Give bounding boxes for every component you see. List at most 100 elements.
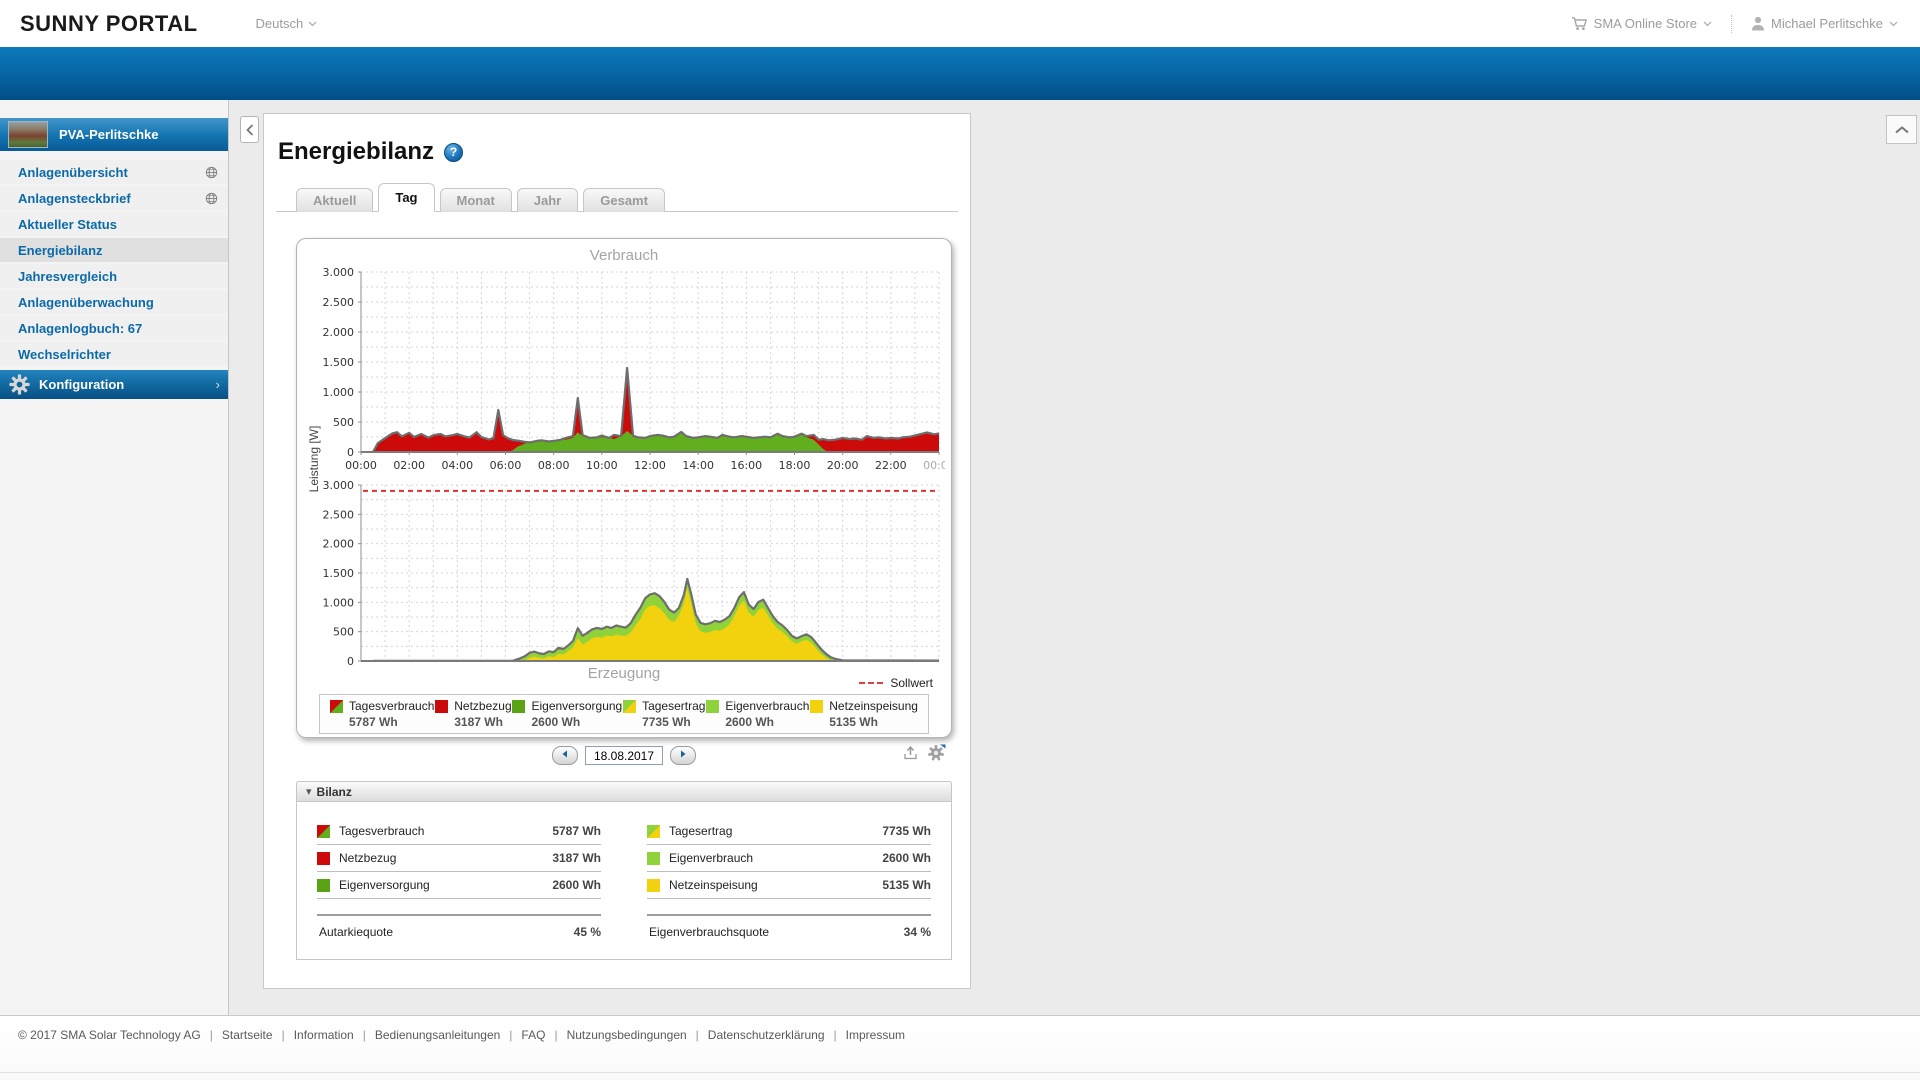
svg-text:22:00: 22:00 <box>875 459 907 472</box>
svg-text:20:00: 20:00 <box>827 459 859 472</box>
legend-value: 3187 Wh <box>454 715 503 729</box>
plant-header[interactable]: PVA-Perlitschke <box>0 118 228 151</box>
legend-label: Eigenversorgung <box>531 699 623 713</box>
sidebar-item[interactable]: Anlagensteckbrief <box>0 186 228 210</box>
sidebar-item[interactable]: Anlagenübersicht <box>0 160 228 184</box>
top-right-menu: SMA Online Store Michael Perlitschke <box>1571 14 1898 33</box>
svg-text:02:00: 02:00 <box>393 459 425 472</box>
svg-text:1.000: 1.000 <box>323 596 355 609</box>
legend-color-icon <box>706 700 720 713</box>
publish-page-icon[interactable] <box>902 744 919 766</box>
date-input[interactable] <box>585 746 663 765</box>
svg-text:3.000: 3.000 <box>323 267 355 279</box>
sidebar: PVA-Perlitschke Anlagenübersicht Anlagens… <box>0 100 229 1015</box>
sidebar-item-label: Anlagenüberwachung <box>18 294 154 310</box>
bilanz-row: Tagesertrag 7735 Wh <box>647 818 931 845</box>
chart-legend: Tagesverbrauch 5787 Wh Netzbezug 3187 Wh Eig… <box>319 694 929 734</box>
content-area: Energiebilanz ? Aktuell Tag Monat Jahr Gesam… <box>230 100 1920 1015</box>
sidebar-item[interactable]: Jahresvergleich <box>0 264 228 288</box>
next-day-button[interactable] <box>670 746 696 765</box>
legend-label: Eigenverbrauch <box>725 699 810 713</box>
tab-aktuell[interactable]: Aktuell <box>296 188 374 212</box>
sunny-portal-logo: SUNNY PORTAL <box>20 10 198 36</box>
store-menu[interactable]: SMA Online Store <box>1571 16 1712 31</box>
legend-color-icon <box>512 700 526 713</box>
bilanz-row: Eigenverbrauch 2600 Wh <box>647 845 931 872</box>
legend-item: Netzeinspeisung 5135 Wh <box>810 699 918 729</box>
sidebar-item-konfiguration[interactable]: Konfiguration › <box>0 370 228 399</box>
footer-link[interactable]: FAQ <box>521 1028 545 1042</box>
bilanz-left-column: Tagesverbrauch 5787 Wh Netzbezug 3187 Wh Eig… <box>317 818 601 947</box>
bilanz-row: Netzbezug 3187 Wh <box>317 845 601 872</box>
legend-item: Tagesverbrauch 5787 Wh <box>330 699 434 729</box>
footer-link[interactable]: Nutzungsbedingungen <box>567 1028 687 1042</box>
tab-monat[interactable]: Monat <box>439 188 512 212</box>
user-icon <box>1752 16 1764 31</box>
footer-link[interactable]: Impressum <box>846 1028 905 1042</box>
svg-text:1.500: 1.500 <box>323 567 355 580</box>
sidebar-item[interactable]: Anlagenlogbuch: 67 <box>0 316 228 340</box>
page-settings-icon[interactable] <box>927 744 946 766</box>
legend-color-icon <box>810 700 824 713</box>
language-label: Deutsch <box>255 16 304 31</box>
bilanz-color-icon <box>647 851 660 865</box>
tab-gesamt[interactable]: Gesamt <box>583 188 665 212</box>
eigenverbrauchsquote-label: Eigenverbrauchsquote <box>649 924 770 939</box>
globe-icon <box>205 166 218 178</box>
svg-text:00:00: 00:00 <box>345 459 377 472</box>
footer-link[interactable]: Information <box>294 1028 354 1042</box>
chevron-down-icon <box>1703 21 1712 26</box>
sidebar-item[interactable]: Anlagenüberwachung <box>0 290 228 314</box>
autarkiequote-value: 45 % <box>573 924 601 939</box>
bilanz-row-label: Eigenverbrauch <box>669 851 754 865</box>
sidebar-collapse-button[interactable] <box>240 116 259 143</box>
svg-text:2.000: 2.000 <box>323 538 355 551</box>
bilanz-header[interactable]: ▾ Bilanz <box>296 781 952 802</box>
user-menu[interactable]: Michael Perlitschke <box>1751 16 1898 31</box>
plant-name: PVA-Perlitschke <box>59 127 159 142</box>
sidebar-item[interactable]: Aktueller Status <box>0 212 228 236</box>
divider <box>0 1072 1920 1073</box>
bilanz-row-label: Netzbezug <box>339 851 397 865</box>
tab-tag[interactable]: Tag <box>378 183 435 212</box>
user-label: Michael Perlitschke <box>1771 16 1883 31</box>
erzeugung-chart: 0 500 1.000 1.500 2.000 2.500 3.000 <box>323 479 940 665</box>
bilanz-panel: ▾ Bilanz Tagesverbrauch 5787 Wh Netzbezug 3… <box>296 781 952 960</box>
eigenverbrauchsquote-value: 34 % <box>903 924 931 939</box>
bilanz-color-icon <box>317 824 330 838</box>
tab-jahr[interactable]: Jahr <box>516 188 579 212</box>
bilanz-row-label: Netzeinspeisung <box>669 878 758 892</box>
chevron-down-icon <box>308 21 317 26</box>
sollwert-dash-icon <box>859 682 884 684</box>
legend-color-icon <box>330 700 343 713</box>
page-title-row: Energiebilanz ? <box>278 138 464 166</box>
svg-text:1.500: 1.500 <box>323 356 355 369</box>
triangle-down-icon: ▾ <box>306 786 312 798</box>
sidebar-item[interactable]: Energiebilanz <box>0 238 228 262</box>
bilanz-row-value: 5787 Wh <box>552 824 601 838</box>
svg-text:08:00: 08:00 <box>538 459 570 472</box>
sidebar-item-label: Jahresvergleich <box>18 268 118 284</box>
footer-link[interactable]: Datenschutzerklärung <box>708 1028 825 1042</box>
scroll-to-top-button[interactable] <box>1886 115 1917 144</box>
bilanz-row: Netzeinspeisung 5135 Wh <box>647 872 931 899</box>
legend-label: Tagesverbrauch <box>349 699 435 713</box>
divider <box>1731 14 1732 33</box>
bilanz-row: Tagesverbrauch 5787 Wh <box>317 818 601 845</box>
footer-link[interactable]: Startseite <box>222 1028 273 1042</box>
legend-value: 2600 Wh <box>725 715 774 729</box>
chevron-up-icon <box>1894 125 1909 133</box>
sidebar-item[interactable]: Wechselrichter <box>0 342 228 366</box>
footer-link[interactable]: Bedienungsanleitungen <box>375 1028 500 1042</box>
sidebar-item-label: Anlagensteckbrief <box>18 190 131 206</box>
copyright-text: © 2017 SMA Solar Technology AG <box>18 1028 201 1042</box>
language-selector[interactable]: Deutsch <box>256 16 318 31</box>
svg-text:12:00: 12:00 <box>634 459 666 472</box>
cart-icon <box>1571 17 1587 30</box>
sollwert-label: Sollwert <box>890 676 933 690</box>
help-icon[interactable]: ? <box>444 142 464 162</box>
chart-panel: Verbrauch Leistung [W] 0 500 1.000 1.500 2.0… <box>296 238 952 738</box>
arrow-right-icon <box>681 750 686 758</box>
bilanz-left-rows: Tagesverbrauch 5787 Wh Netzbezug 3187 Wh Eig… <box>317 818 601 899</box>
previous-day-button[interactable] <box>552 746 578 765</box>
